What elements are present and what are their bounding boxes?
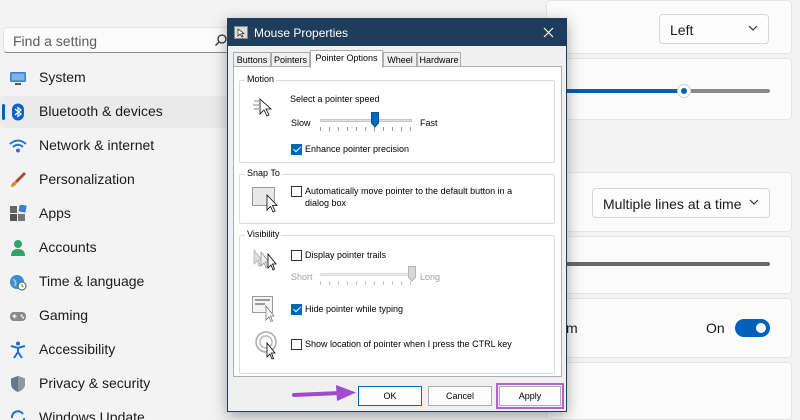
tab-pointers[interactable]: Pointers (271, 52, 310, 67)
sidebar-item-label: Gaming (39, 307, 89, 323)
dialog-title: Mouse Properties (254, 26, 349, 40)
sidebar-item-label: Time & language (39, 273, 145, 289)
sidebar-item-accounts[interactable]: Accounts (0, 232, 236, 264)
trail-length-track[interactable] (320, 273, 412, 276)
dropdown-value: Left (670, 22, 694, 38)
gamepad-icon (10, 312, 26, 321)
cursor-speed-fill (566, 89, 684, 93)
hide-pointer-label: Hide pointer while typing (305, 304, 404, 314)
wifi-icon (9, 139, 27, 153)
trail-length-thumb[interactable] (408, 266, 416, 282)
sidebar-item-gaming[interactable]: Gaming (0, 300, 236, 332)
sidebar-item-label: Accounts (39, 239, 97, 255)
dropdown-value: Multiple lines at a time (603, 196, 742, 212)
sidebar-item-label: Privacy & security (39, 375, 151, 391)
globe-clock-icon (10, 275, 27, 291)
pointer-options-panel: Motion Select a pointer speed Slow Fast … (233, 66, 562, 377)
pointer-speed-track[interactable] (320, 119, 412, 122)
sidebar-item-apps[interactable]: Apps (0, 198, 236, 230)
sidebar-item-label: Bluetooth & devices (39, 103, 163, 119)
primary-button-dropdown[interactable]: Left (659, 14, 769, 44)
pointer-trails-icon (253, 249, 277, 271)
pointer-trails-label: Display pointer trails (305, 250, 387, 260)
snap-to-group-label: Snap To (245, 168, 282, 178)
sidebar-item-network[interactable]: Network & internet (0, 130, 236, 162)
update-icon (10, 410, 26, 420)
close-icon[interactable] (543, 27, 554, 38)
title-bar[interactable]: Mouse Properties (228, 19, 566, 46)
cursor-speed-thumb[interactable] (677, 84, 691, 98)
toggle-state-label: On (706, 320, 725, 336)
apply-button[interactable]: Apply (496, 383, 564, 409)
sidebar-item-label: Apps (39, 205, 71, 221)
pointer-speed-thumb[interactable] (371, 112, 380, 128)
chevron-down-icon (748, 25, 758, 31)
lines-scroll-track[interactable] (566, 262, 770, 266)
snap-to-checkbox[interactable] (291, 186, 302, 197)
pointer-speed-icon (253, 98, 273, 117)
sidebar-item-personalization[interactable]: Personalization (0, 164, 236, 196)
pointer-trails-checkbox[interactable] (291, 250, 302, 261)
long-label: Long (420, 272, 441, 282)
inactive-scroll-label-fragment: m (566, 320, 578, 336)
mouse-properties-dialog: Mouse Properties Buttons Pointers Pointe… (227, 18, 567, 412)
monitor-icon (10, 72, 26, 85)
enhance-precision-checkbox[interactable] (291, 144, 302, 155)
short-label: Short (291, 272, 313, 282)
ctrl-location-icon (255, 331, 277, 360)
tab-buttons[interactable]: Buttons (233, 52, 271, 67)
pointer-speed-label: Select a pointer speed (290, 94, 380, 104)
hide-pointer-checkbox[interactable] (291, 304, 302, 315)
sidebar-item-label: Accessibility (39, 341, 116, 357)
sidebar-item-label: System (39, 69, 86, 85)
trail-length-ticks (320, 281, 412, 285)
sidebar-item-privacy-security[interactable]: Privacy & security (0, 368, 236, 400)
fast-label: Fast (420, 118, 438, 128)
sidebar-item-time-language[interactable]: Time & language (0, 266, 236, 298)
motion-group-label: Motion (245, 74, 277, 84)
snap-to-group (239, 174, 555, 224)
search-input[interactable]: Find a setting (13, 33, 97, 49)
tab-pointer-options[interactable]: Pointer Options (310, 50, 383, 68)
ok-button[interactable]: OK (358, 386, 422, 406)
sidebar-item-bluetooth-devices[interactable]: Bluetooth & devices (0, 96, 236, 128)
sidebar-item-label: Windows Update (39, 409, 145, 420)
cancel-button[interactable]: Cancel (428, 386, 492, 406)
snap-to-icon (252, 187, 278, 213)
ctrl-location-checkbox[interactable] (291, 339, 302, 350)
chevron-down-icon (749, 199, 759, 205)
sidebar-item-label: Personalization (39, 171, 135, 187)
sidebar-item-label: Network & internet (39, 137, 155, 153)
annotation-arrow-icon (292, 385, 356, 401)
bluetooth-icon (12, 103, 24, 121)
brush-icon (11, 171, 27, 187)
search-icon[interactable] (214, 33, 228, 47)
accessibility-icon (10, 341, 26, 359)
snap-to-label-line2: dialog box (305, 198, 347, 208)
person-icon (11, 240, 25, 256)
tab-wheel[interactable]: Wheel (383, 52, 417, 67)
inactive-scroll-toggle[interactable] (735, 319, 770, 337)
slow-label: Slow (291, 118, 311, 128)
ctrl-location-label: Show location of pointer when I press th… (305, 339, 512, 349)
scroll-lines-dropdown[interactable]: Multiple lines at a time (592, 188, 770, 218)
tab-hardware[interactable]: Hardware (417, 52, 461, 67)
apps-icon (10, 205, 27, 221)
search-box[interactable]: Find a setting (3, 27, 235, 53)
additional-card (546, 362, 792, 420)
sidebar-item-windows-update[interactable]: Windows Update (0, 402, 236, 420)
sidebar-item-system[interactable]: System (0, 62, 236, 94)
enhance-precision-label: Enhance pointer precision (305, 144, 410, 154)
shield-icon (11, 376, 25, 392)
mouse-icon (234, 26, 248, 39)
active-indicator (2, 104, 5, 120)
snap-to-label-line1: Automatically move pointer to the defaul… (305, 186, 513, 196)
sidebar-item-accessibility[interactable]: Accessibility (0, 334, 236, 366)
pointer-speed-ticks (320, 127, 412, 131)
visibility-group-label: Visibility (245, 229, 282, 239)
hide-pointer-icon (252, 296, 275, 322)
